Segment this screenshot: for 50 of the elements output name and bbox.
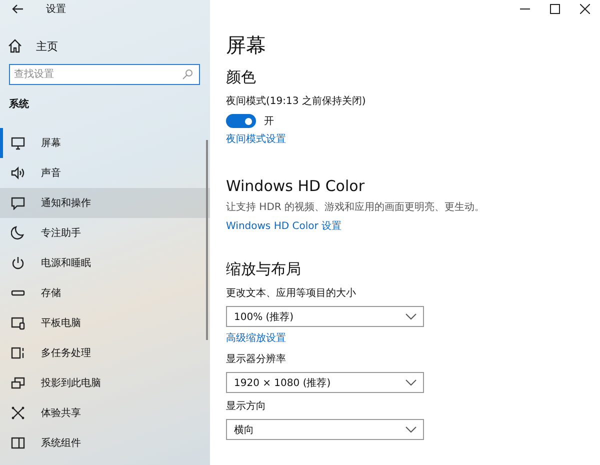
scroll-bar[interactable]	[206, 140, 208, 340]
sidebar-item[interactable]: 平板电脑	[0, 308, 210, 338]
chevron-down-icon	[405, 426, 417, 433]
page-title: 屏幕	[226, 32, 267, 58]
moon-icon	[11, 226, 25, 240]
sidebar-item[interactable]: 通知和操作	[0, 188, 210, 218]
settings-link[interactable]: 夜间模式设置	[226, 133, 286, 147]
sidebar-item[interactable]: 体验共享	[0, 398, 210, 428]
projector-icon	[11, 376, 25, 390]
section-title: 系统	[9, 98, 30, 111]
chevron-down-icon	[405, 313, 417, 320]
toggle-switch[interactable]	[226, 114, 256, 128]
setting-label: 更改文本、应用等项目的大小	[226, 286, 357, 301]
cross-arrows-icon	[11, 406, 25, 420]
power-icon	[11, 256, 25, 270]
sidebar-item[interactable]: 专注助手	[0, 218, 210, 248]
home-link[interactable]: 主页	[8, 36, 210, 56]
sidebar-item[interactable]: 电源和睡眠	[0, 248, 210, 278]
window-icon	[11, 436, 25, 450]
section-heading: 缩放与布局	[226, 259, 302, 280]
maximize-icon	[550, 4, 560, 14]
speaker-icon	[11, 166, 25, 180]
dropdown[interactable]: 横向	[226, 419, 424, 440]
section-heading: Windows HD Color	[226, 176, 366, 197]
section-heading: 颜色	[226, 67, 257, 88]
search-icon	[182, 69, 193, 80]
settings-link[interactable]: Windows HD Color 设置	[226, 220, 342, 234]
sidebar-item[interactable]: 多任务处理	[0, 338, 210, 368]
window-title: 设置	[46, 2, 66, 16]
setting-label: 夜间模式(19:13 之前保持关闭)	[226, 94, 367, 109]
dropdown[interactable]: 100% (推荐)	[226, 306, 424, 327]
home-icon	[8, 39, 22, 53]
sidebar-item[interactable]: 系统组件	[0, 428, 210, 458]
search-field[interactable]: 查找设置	[9, 64, 200, 85]
close-icon	[580, 4, 590, 14]
sidebar-item[interactable]: 声音	[0, 158, 210, 188]
dropdown[interactable]: 1920 × 1080 (推荐)	[226, 372, 424, 393]
sidebar-item[interactable]: 存储	[0, 278, 210, 308]
sidebar-item[interactable]: 投影到此电脑	[0, 368, 210, 398]
multitask-icon	[11, 346, 25, 360]
tablet-icon	[11, 316, 25, 330]
chevron-down-icon	[405, 379, 417, 386]
description-text: 让支持 HDR 的视频、游戏和应用的画面更明亮、更生动。	[226, 201, 486, 215]
message-icon	[11, 196, 25, 210]
back-arrow-icon	[12, 4, 24, 14]
monitor-icon	[11, 136, 25, 150]
setting-label: 显示方向	[226, 400, 267, 414]
setting-label: 显示器分辨率	[226, 352, 287, 367]
toggle-label: 开	[264, 115, 274, 128]
settings-link[interactable]: 高级缩放设置	[226, 332, 286, 346]
